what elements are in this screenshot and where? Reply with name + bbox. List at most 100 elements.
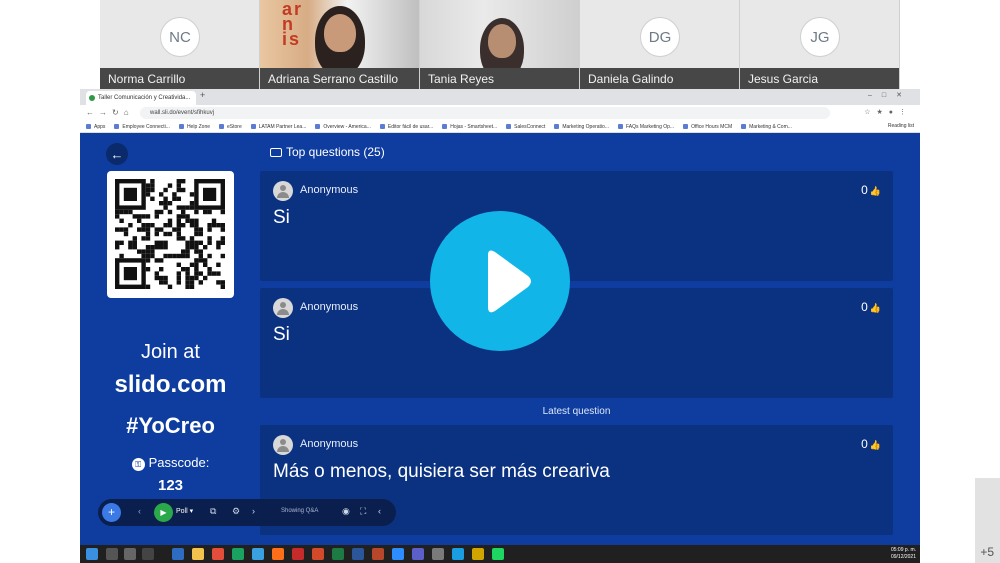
- play-button[interactable]: [430, 211, 570, 351]
- participant-initials: NC: [160, 17, 200, 57]
- bookmark[interactable]: Employee Connecti...: [114, 124, 170, 130]
- more-participants-button[interactable]: +5: [975, 478, 1000, 563]
- excel-icon[interactable]: [332, 548, 344, 560]
- question-text: Si: [273, 324, 290, 345]
- bookmark[interactable]: LATAM Partner Lea...: [251, 124, 307, 130]
- slido-favicon-icon: [89, 95, 95, 101]
- app-icon[interactable]: [432, 548, 444, 560]
- chrome-icon[interactable]: [212, 548, 224, 560]
- avatar: [273, 435, 293, 455]
- task-view-icon[interactable]: [124, 548, 136, 560]
- bookmark[interactable]: Apps: [86, 124, 105, 130]
- app-icon[interactable]: [252, 548, 264, 560]
- widgets-icon[interactable]: [142, 548, 154, 560]
- taskbar-clock[interactable]: 05:09 p. m. 09/12/2021: [891, 547, 916, 561]
- edge-icon[interactable]: [452, 548, 464, 560]
- like-count[interactable]: 0 👍: [861, 437, 881, 451]
- presenter-toolbar: + ‹ ▶ Poll ▾ ⧉ ⚙ › Showing Q&A ◉ ⛶ ‹: [98, 499, 396, 526]
- participant-name: Norma Carrillo: [100, 68, 259, 90]
- bookmark[interactable]: Help Zone: [179, 124, 210, 130]
- back-arrow-icon[interactable]: ←: [106, 143, 128, 165]
- app-icon[interactable]: [472, 548, 484, 560]
- question-author: Anonymous: [300, 438, 359, 450]
- participant-tile[interactable]: JG Jesus Garcia: [740, 0, 900, 90]
- qr-code: [107, 171, 234, 298]
- next-icon[interactable]: ›: [252, 506, 255, 516]
- bookmark[interactable]: Office Hours MCM: [683, 124, 732, 130]
- start-icon[interactable]: [86, 548, 98, 560]
- reading-list[interactable]: Reading list: [888, 123, 914, 129]
- bookmarks-bar: Apps Employee Connecti... Help Zone eSto…: [80, 121, 920, 133]
- question-author: Anonymous: [300, 184, 359, 196]
- question-text: Si: [273, 207, 290, 228]
- key-icon: ⚿: [131, 458, 145, 471]
- share-icon[interactable]: ⧉: [210, 506, 216, 517]
- windows-taskbar: 05:09 p. m. 09/12/2021: [80, 545, 920, 563]
- folder-icon[interactable]: [192, 548, 204, 560]
- thumbs-up-icon: 👍: [869, 440, 881, 450]
- thumbs-up-icon: 👍: [869, 303, 881, 313]
- firefox-icon[interactable]: [272, 548, 284, 560]
- participant-name: Daniela Galindo: [580, 68, 739, 90]
- mode-select[interactable]: Poll ▾: [176, 507, 193, 515]
- previous-icon[interactable]: ‹: [138, 506, 141, 516]
- passcode-value: 123: [157, 477, 184, 494]
- meeting-window: NC Norma Carrillo ar n is Adriana Serrano …: [0, 0, 1000, 563]
- acrobat-icon[interactable]: [292, 548, 304, 560]
- word-icon[interactable]: [352, 548, 364, 560]
- start-poll-button[interactable]: ▶: [154, 503, 173, 522]
- window-controls[interactable]: –□✕: [868, 91, 912, 99]
- bookmark[interactable]: Editor fácil de usar...: [380, 124, 433, 130]
- app-icon[interactable]: [232, 548, 244, 560]
- participant-tile[interactable]: NC Norma Carrillo: [100, 0, 260, 90]
- qr-code-image: [115, 179, 225, 289]
- avatar: [273, 298, 293, 318]
- zoom-icon[interactable]: [392, 548, 404, 560]
- play-icon: [488, 250, 531, 313]
- browser-toolbar: ←→↻⌂ wall.sli.do/event/sfihkuvj ☆★●⋮: [80, 105, 920, 121]
- bookmark[interactable]: Marketing & Com...: [741, 124, 792, 130]
- bookmark[interactable]: Hojas - Smartsheet...: [442, 124, 497, 130]
- bookmark[interactable]: Overview - America...: [315, 124, 371, 130]
- nav-buttons-icon[interactable]: ←→↻⌂: [86, 108, 134, 117]
- event-hashtag: #YoCreo: [126, 413, 215, 438]
- participant-name: Jesus Garcia: [740, 68, 899, 90]
- settings-icon[interactable]: ⚙: [232, 506, 240, 517]
- bookmark[interactable]: Marketing Operatio...: [554, 124, 609, 130]
- browser-tab[interactable]: Taller Comunicación y Creativida...: [86, 91, 196, 105]
- join-label: Join at: [141, 341, 200, 363]
- camera-icon[interactable]: ◉: [342, 506, 350, 517]
- passcode-label: ⚿ Passcode:: [107, 455, 234, 471]
- app-icon[interactable]: [172, 548, 184, 560]
- participant-video-tile[interactable]: ar n is Adriana Serrano Castillo: [260, 0, 420, 90]
- fullscreen-icon[interactable]: ⛶: [360, 506, 366, 517]
- app-icon[interactable]: [312, 548, 324, 560]
- bookmark[interactable]: FAQs Marketing Op...: [618, 124, 674, 130]
- teams-icon[interactable]: [412, 548, 424, 560]
- avatar: [273, 181, 293, 201]
- browser-tab-strip: Taller Comunicación y Creativida... + –□…: [80, 89, 920, 105]
- powerpoint-icon[interactable]: [372, 548, 384, 560]
- presenter-status: Showing Q&A: [281, 508, 319, 514]
- participant-tile[interactable]: DG Daniela Galindo: [580, 0, 740, 90]
- search-icon[interactable]: [106, 548, 118, 560]
- participant-initials: DG: [640, 17, 680, 57]
- new-tab-icon[interactable]: +: [200, 90, 205, 100]
- speech-bubble-icon: [270, 148, 282, 157]
- bookmark[interactable]: eStore: [219, 124, 242, 130]
- participant-video-tile[interactable]: Tania Reyes: [420, 0, 580, 90]
- tab-title: Taller Comunicación y Creativida...: [98, 95, 191, 101]
- like-count[interactable]: 0 👍: [861, 300, 881, 314]
- question-author: Anonymous: [300, 301, 359, 313]
- bookmark[interactable]: SalesConnect: [506, 124, 545, 130]
- like-count[interactable]: 0 👍: [861, 183, 881, 197]
- question-card[interactable]: Anonymous 0 👍 Si: [260, 288, 893, 398]
- add-button[interactable]: +: [102, 503, 121, 522]
- participant-initials: JG: [800, 17, 840, 57]
- address-bar[interactable]: wall.sli.do/event/sfihkuvj: [140, 107, 830, 119]
- background-poster: ar n is: [282, 0, 304, 49]
- question-card[interactable]: Anonymous 0 👍 Si: [260, 171, 893, 281]
- spotify-icon[interactable]: [492, 548, 504, 560]
- collapse-icon[interactable]: ‹: [378, 506, 381, 516]
- extension-icons[interactable]: ☆★●⋮: [864, 108, 912, 116]
